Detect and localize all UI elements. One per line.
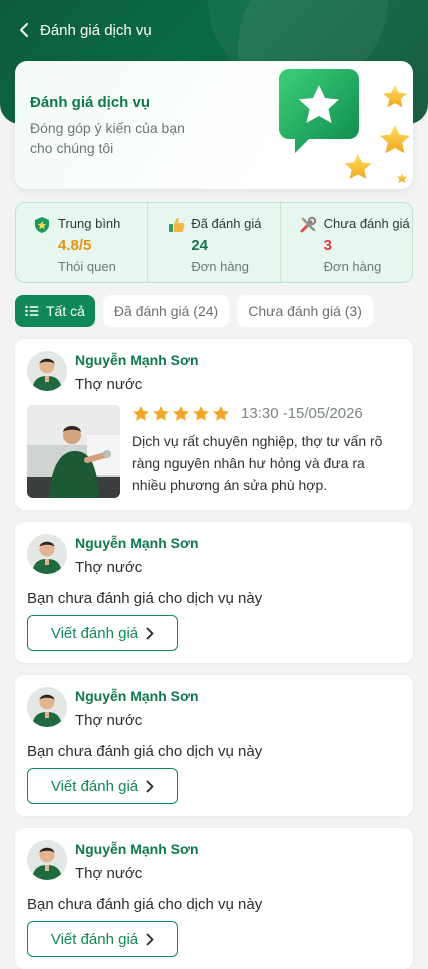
tab-label: Tất cả xyxy=(46,303,85,319)
star-icon xyxy=(193,406,209,421)
button-label: Viết đánh giá xyxy=(50,930,139,948)
tab-label: Đã đánh giá (24) xyxy=(113,303,219,319)
technician-name: Nguyễn Mạnh Sơn xyxy=(75,352,199,368)
chevron-right-icon xyxy=(146,627,154,639)
review-card: Nguyễn Mạnh Sơn Thợ nước Bạn chưa đánh g… xyxy=(15,828,413,969)
stat-average: Trung bình 4.8/5 Thói quen xyxy=(16,203,147,282)
write-review-button[interactable]: Viết đánh giá xyxy=(27,768,178,804)
stat-reviewed: Đã đánh giá 24 Đơn hàng xyxy=(147,203,279,282)
review-card: Nguyễn Mạnh Sơn Thợ nước Bạn chưa đánh g… xyxy=(15,675,413,816)
stat-value: 3 xyxy=(323,237,332,254)
star-icon xyxy=(213,406,229,421)
service-photo xyxy=(27,405,120,498)
star-icon xyxy=(133,406,149,421)
avatar xyxy=(27,351,67,391)
pending-text: Bạn chưa đánh giá cho dịch vụ này xyxy=(27,896,263,913)
write-review-button[interactable]: Viết đánh giá xyxy=(27,921,178,957)
hero-subtitle: Đóng góp ý kiến của bạn cho chúng tôi xyxy=(30,120,185,156)
tab-all[interactable]: Tất cả xyxy=(15,295,95,327)
stat-value: 24 xyxy=(191,237,209,254)
pending-text: Bạn chưa đánh giá cho dịch vụ này xyxy=(27,743,263,760)
tab-pending[interactable]: Chưa đánh giá (3) xyxy=(237,295,373,327)
rating-stars xyxy=(132,405,230,423)
back-button[interactable] xyxy=(14,18,34,42)
technician-role: Thợ nước xyxy=(75,712,143,729)
stat-sub: Thói quen xyxy=(58,259,116,274)
chevron-right-icon xyxy=(146,780,154,792)
hero-banner: Đánh giá dịch vụ Đóng góp ý kiến của bạn… xyxy=(15,61,413,189)
avatar xyxy=(27,534,67,574)
button-label: Viết đánh giá xyxy=(50,624,139,642)
avatar xyxy=(27,687,67,727)
hero-title: Đánh giá dịch vụ xyxy=(30,94,151,111)
stat-pending: Chưa đánh giá 3 Đơn hàng xyxy=(279,203,412,282)
stat-label: Chưa đánh giá xyxy=(323,216,410,231)
review-time: 13:30 -15/05/2026 xyxy=(241,405,363,422)
button-label: Viết đánh giá xyxy=(50,777,139,795)
rating-illustration-icon xyxy=(279,69,410,183)
review-card: Nguyễn Mạnh Sơn Thợ nước Bạn chưa đánh g… xyxy=(15,522,413,663)
page-title: Đánh giá dịch vụ xyxy=(40,21,152,39)
shield-star-icon xyxy=(35,217,49,233)
technician-name: Nguyễn Mạnh Sơn xyxy=(75,688,199,704)
stat-value: 4.8/5 xyxy=(58,237,92,254)
avatar xyxy=(27,840,67,880)
tab-label: Chưa đánh giá (3) xyxy=(248,303,362,319)
tools-icon xyxy=(300,216,316,233)
pending-text: Bạn chưa đánh giá cho dịch vụ này xyxy=(27,590,263,607)
review-card: Nguyễn Mạnh Sơn Thợ nước 13:30 -15/05/20… xyxy=(15,339,413,510)
technician-name: Nguyễn Mạnh Sơn xyxy=(75,841,199,857)
technician-name: Nguyễn Mạnh Sơn xyxy=(75,535,199,551)
technician-role: Thợ nước xyxy=(75,865,143,882)
technician-role: Thợ nước xyxy=(75,376,143,393)
technician-role: Thợ nước xyxy=(75,559,143,576)
stat-sub: Đơn hàng xyxy=(323,259,382,274)
stat-label: Trung bình xyxy=(58,216,121,231)
stats-panel: Trung bình 4.8/5 Thói quen Đã đánh giá 2… xyxy=(15,202,413,283)
star-icon xyxy=(173,406,189,421)
tab-reviewed[interactable]: Đã đánh giá (24) xyxy=(102,295,230,327)
top-bar: Đánh giá dịch vụ xyxy=(14,18,152,42)
review-text: Dịch vụ rất chuyên nghiệp, thợ tư vấn rõ… xyxy=(132,433,383,493)
filter-tabs: Tất cả Đã đánh giá (24) Chưa đánh giá (3… xyxy=(15,295,373,327)
chevron-left-icon xyxy=(20,23,28,37)
stat-sub: Đơn hàng xyxy=(191,259,250,274)
star-icon xyxy=(153,406,169,421)
list-icon xyxy=(25,305,39,317)
chevron-right-icon xyxy=(146,933,154,945)
write-review-button[interactable]: Viết đánh giá xyxy=(27,615,178,651)
thumbs-up-icon xyxy=(169,218,185,232)
stat-label: Đã đánh giá xyxy=(191,216,262,231)
